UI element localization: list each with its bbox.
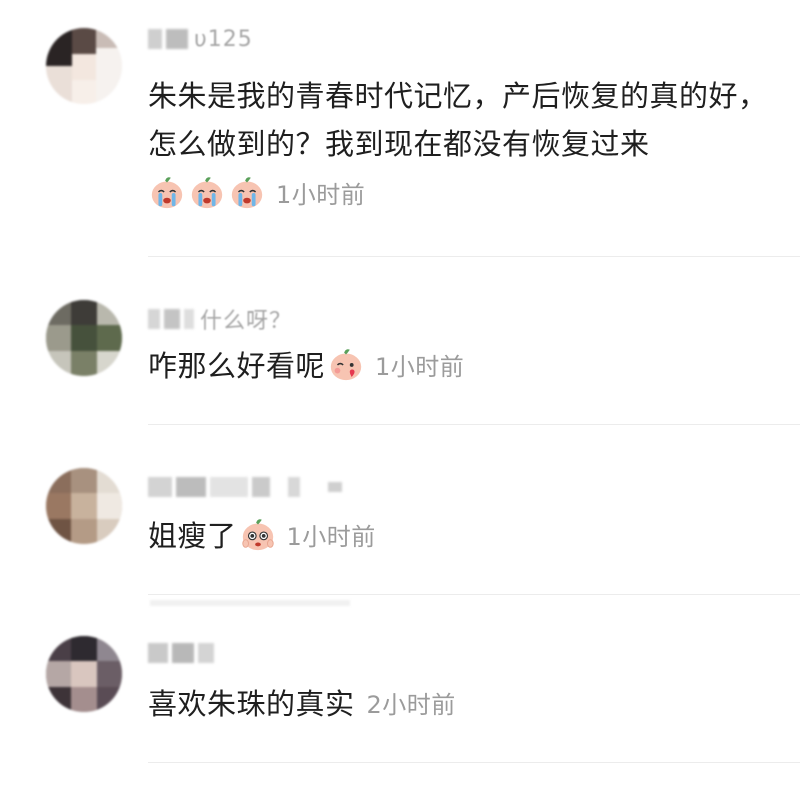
love-peach-emoji <box>330 349 362 381</box>
username[interactable] <box>148 474 346 500</box>
crying-peach-emoji <box>231 177 263 209</box>
username[interactable]: υ125 <box>148 26 253 52</box>
comment-row: 姐瘦了 1小时前 <box>148 510 376 558</box>
username-redaction <box>176 477 206 497</box>
username-redaction <box>172 643 194 663</box>
divider <box>148 256 800 257</box>
avatar[interactable] <box>46 468 122 544</box>
comment-text: 姐瘦了 <box>148 519 237 553</box>
username-redaction <box>288 477 300 497</box>
username-fragment: υ125 <box>194 26 253 52</box>
divider <box>148 424 800 425</box>
comment-time: 2小时前 <box>366 690 456 719</box>
comment-text: 喜欢朱珠的真实 <box>148 687 355 721</box>
avatar[interactable] <box>46 28 122 104</box>
crying-peach-emoji <box>151 177 183 209</box>
comment-text: 朱朱是我的青春时代记忆，产后恢复的真的好，怎么做到的？我到现在都没有恢复过来 <box>148 79 768 161</box>
comment-time: 1小时前 <box>286 522 376 551</box>
comment-text: 咋那么好看呢 <box>148 349 326 383</box>
username-redaction <box>148 477 172 497</box>
admiring-peach-emoji <box>241 519 274 551</box>
username-redaction <box>164 309 180 329</box>
username-fragment: 什么呀？ <box>200 309 293 334</box>
comment-meta: 1小时前 <box>148 172 365 212</box>
divider <box>150 600 350 606</box>
avatar[interactable] <box>46 300 122 376</box>
username-redaction <box>210 477 248 497</box>
crying-peach-emoji <box>191 177 223 209</box>
comment-row: 喜欢朱珠的真实 2小时前 <box>148 678 456 726</box>
username-redaction <box>198 643 214 663</box>
username-redaction <box>148 309 160 329</box>
username-redaction <box>184 309 194 329</box>
comment-row: 咋那么好看呢 1小时前 <box>148 340 464 388</box>
username[interactable]: 什么呀？ <box>148 306 293 334</box>
username-redaction <box>148 643 168 663</box>
username-redaction <box>166 29 188 49</box>
comment-time: 1小时前 <box>375 352 465 381</box>
comment-time: 1小时前 <box>276 180 366 209</box>
divider <box>148 594 800 595</box>
avatar[interactable] <box>46 636 122 712</box>
username-redaction <box>328 482 342 492</box>
username-redaction <box>148 29 162 49</box>
divider <box>148 762 800 763</box>
username[interactable] <box>148 640 218 666</box>
username-redaction <box>252 477 270 497</box>
